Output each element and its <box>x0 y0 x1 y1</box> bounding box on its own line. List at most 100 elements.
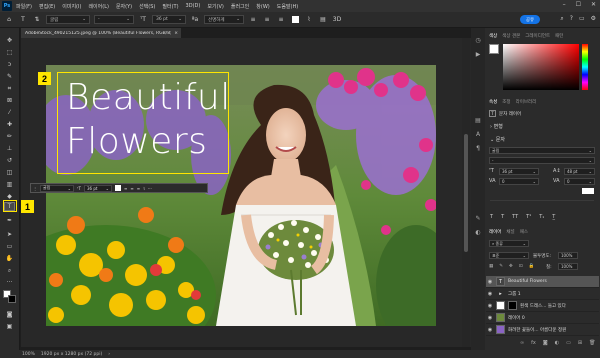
character-section-title[interactable]: ⌄ 문자 <box>490 136 505 143</box>
headline-text[interactable]: Beautiful Flowers <box>66 76 231 164</box>
underline-icon[interactable]: T̲ <box>552 214 555 220</box>
close-window-icon[interactable]: ✕ <box>591 1 596 8</box>
gradient-tool-icon[interactable]: ▥ <box>4 180 15 189</box>
props-font-select[interactable]: 굴림 ⌄ <box>489 147 595 154</box>
bold-icon[interactable]: T <box>490 214 493 220</box>
maximize-icon[interactable]: ☐ <box>576 1 581 8</box>
lasso-tool-icon[interactable]: ↄ <box>4 60 15 69</box>
path-select-icon[interactable]: ➤ <box>4 230 15 239</box>
tab-patterns[interactable]: 패턴 <box>555 33 563 39</box>
rectangle-tool-icon[interactable]: ▭ <box>4 242 15 251</box>
tab-color[interactable]: 색상 <box>489 33 497 39</box>
search-icon[interactable]: ⌕ <box>560 15 563 23</box>
layer-row-text[interactable]: ◉ T Beautiful Flowers <box>486 276 599 288</box>
add-mask-icon[interactable]: ◙ <box>543 340 548 346</box>
settings-icon[interactable]: ⚙ <box>591 15 596 23</box>
adjust-panel-icon[interactable]: ◐ <box>474 228 482 236</box>
adjustment-layer-icon[interactable]: ◐ <box>555 340 559 346</box>
layer-row-group[interactable]: ◉ ▸ 그룹 1 <box>486 288 599 300</box>
canvas-scrollbar[interactable] <box>462 38 470 347</box>
more-tools-icon[interactable]: ··· <box>4 278 15 287</box>
font-family-select[interactable]: 굴림 ⌄ <box>46 15 90 24</box>
zoom-tool-icon[interactable]: ⌕ <box>4 266 15 275</box>
move-tool-icon[interactable]: ✥ <box>4 36 15 45</box>
hand-tool-icon[interactable]: ✋ <box>4 254 15 263</box>
photoshop-logo[interactable]: Ps <box>2 1 12 11</box>
color-picker-field[interactable] <box>503 44 579 90</box>
zoom-level[interactable]: 100% <box>22 352 35 357</box>
visibility-eye-icon[interactable]: ◉ <box>486 315 494 321</box>
floating-color-swatch[interactable] <box>114 185 121 191</box>
menu-help[interactable]: 도움말(H) <box>277 3 298 10</box>
floating-align-left-icon[interactable]: ≡ <box>124 186 127 191</box>
align-center-icon[interactable]: ≡ <box>262 15 272 25</box>
subscript-icon[interactable]: T₁ <box>539 214 544 220</box>
quick-select-tool-icon[interactable]: ✎ <box>4 72 15 81</box>
lock-all-icon[interactable]: 🔒 <box>529 264 535 269</box>
lock-artboard-icon[interactable]: ⊡ <box>519 264 523 269</box>
screen-mode-icon[interactable]: ▣ <box>4 322 15 331</box>
props-kerning[interactable]: 0 ⌄ <box>499 178 539 185</box>
background-color-swatch[interactable] <box>8 295 16 303</box>
pen-tool-icon[interactable]: ✒ <box>4 216 15 225</box>
italic-icon[interactable]: T <box>501 214 504 220</box>
lock-paint-icon[interactable]: ✎ <box>499 264 503 269</box>
fill-input[interactable]: 100% <box>558 263 578 270</box>
props-color-swatch[interactable] <box>582 188 594 194</box>
character-panel-icon[interactable]: ▤ <box>318 15 328 25</box>
character-panel-strip-icon[interactable]: A <box>474 130 482 138</box>
panel-fg-swatch[interactable] <box>489 44 499 54</box>
menu-image[interactable]: 이미지(I) <box>62 3 81 10</box>
link-layers-icon[interactable]: ∞ <box>520 340 524 346</box>
superscript-icon[interactable]: T¹ <box>526 214 531 220</box>
workspace-icon[interactable]: ▭ <box>579 15 585 23</box>
floating-more-icon[interactable]: ··· <box>148 186 152 191</box>
text-orientation-icon[interactable]: ⇅ <box>32 15 42 25</box>
menu-view[interactable]: 보기(V) <box>207 3 224 10</box>
crop-tool-icon[interactable]: ⌗ <box>4 84 15 93</box>
document-info[interactable]: 1920 px x 1280 px (72 ppi) <box>41 352 102 357</box>
font-style-select[interactable]: - ⌄ <box>94 15 134 24</box>
props-font-size[interactable]: 36 pt ⌄ <box>499 168 539 175</box>
new-layer-icon[interactable]: ⊞ <box>578 340 582 346</box>
align-left-icon[interactable]: ≡ <box>248 15 258 25</box>
visibility-eye-icon[interactable]: ◉ <box>486 327 494 333</box>
floating-align-right-icon[interactable]: ≡ <box>137 186 140 191</box>
opacity-input[interactable]: 100% <box>558 252 578 259</box>
tab-swatches[interactable]: 색상 견본 <box>502 33 520 39</box>
transform-section-title[interactable]: › 변형 <box>490 123 503 130</box>
close-tab-icon[interactable]: × <box>174 31 178 36</box>
home-icon[interactable]: ⌂ <box>4 15 14 25</box>
frame-tool-icon[interactable]: ⊠ <box>4 96 15 105</box>
text-color-swatch[interactable] <box>290 15 300 25</box>
drag-handle-icon[interactable]: ⋮ <box>33 186 37 191</box>
share-button[interactable]: 공유 <box>520 15 540 24</box>
healing-brush-icon[interactable]: ✚ <box>4 120 15 129</box>
tab-libraries[interactable]: 라이브러리 <box>516 99 537 105</box>
status-chevron-icon[interactable]: › <box>108 352 110 357</box>
props-font-style-select[interactable]: - ⌄ <box>489 157 595 164</box>
actions-panel-icon[interactable]: ▶ <box>474 50 482 58</box>
menu-type[interactable]: 문자(Y) <box>116 3 132 10</box>
history-brush-icon[interactable]: ↺ <box>4 156 15 165</box>
floating-warp-icon[interactable]: ⌇ <box>143 186 145 191</box>
new-group-icon[interactable]: ▭ <box>566 340 571 346</box>
font-size-select[interactable]: 36 pt ⌄ <box>152 15 186 24</box>
paragraph-panel-icon[interactable]: ¶ <box>474 144 482 152</box>
hue-slider[interactable] <box>582 44 588 90</box>
visibility-eye-icon[interactable]: ◉ <box>486 291 494 297</box>
layer-row-layer0[interactable]: ◉ 레이어 0 <box>486 312 599 324</box>
history-panel-icon[interactable]: ◷ <box>474 36 482 44</box>
props-leading[interactable]: 48 pt ⌄ <box>564 168 595 175</box>
align-right-icon[interactable]: ≡ <box>276 15 286 25</box>
layer-row-woman[interactable]: ◉ 흰색 드레스... 들고 있다 <box>486 300 599 312</box>
lock-pixels-icon[interactable]: ▦ <box>489 264 493 269</box>
caps-icon[interactable]: TT <box>512 214 518 220</box>
menu-layer[interactable]: 레이어(L) <box>88 3 109 10</box>
menu-edit[interactable]: 편집(E) <box>39 3 55 10</box>
help-icon[interactable]: ? <box>570 15 573 23</box>
menu-filter[interactable]: 필터(T) <box>162 3 178 10</box>
clone-stamp-icon[interactable]: ⊥ <box>4 144 15 153</box>
menu-3d[interactable]: 3D(D) <box>186 3 201 9</box>
brush-panel-icon[interactable]: ✎ <box>474 214 482 222</box>
